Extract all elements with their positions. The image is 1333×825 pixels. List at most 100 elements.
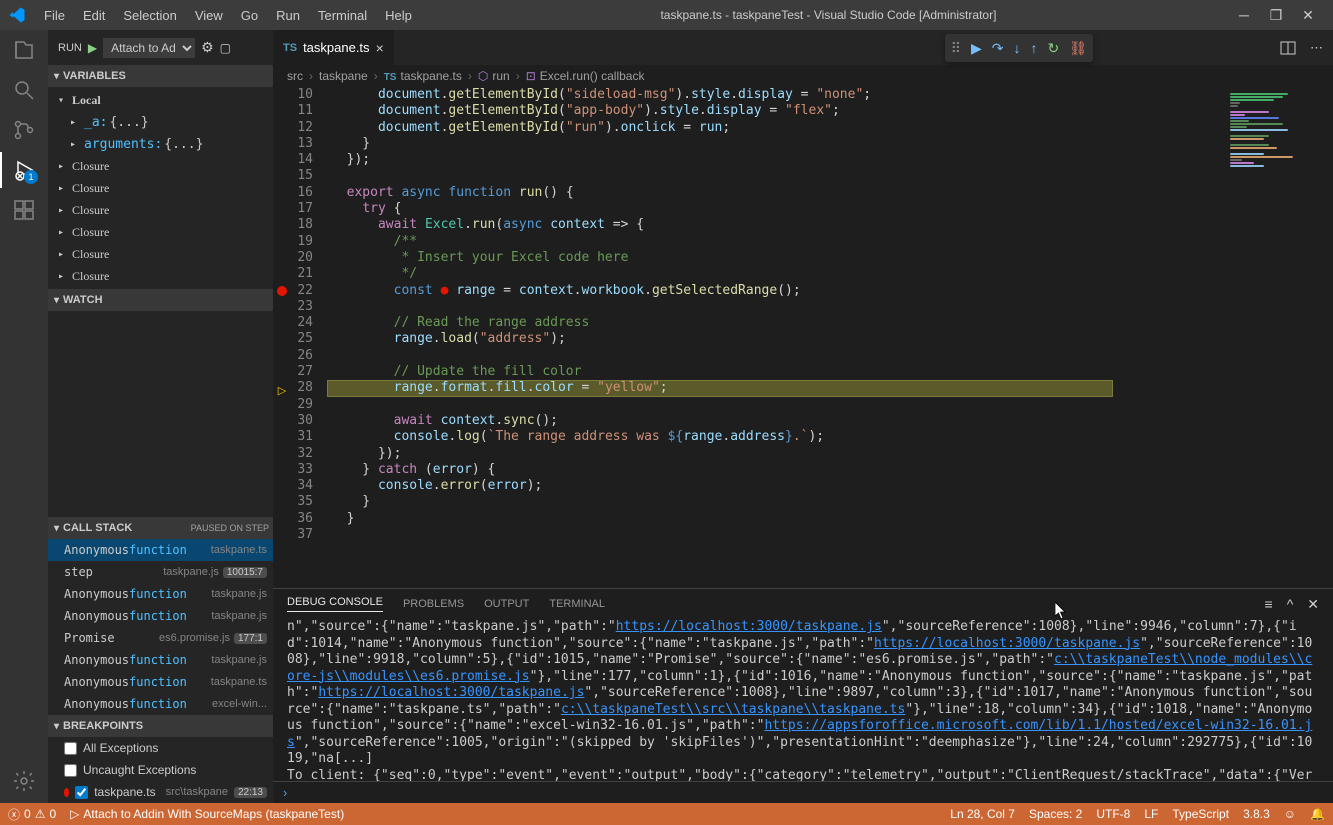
scope-closure[interactable]: ▸Closure xyxy=(48,221,273,243)
restart-icon[interactable]: ↻ xyxy=(1047,40,1059,57)
breadcrumb-item[interactable]: taskpane xyxy=(319,69,368,83)
line-number[interactable]: 12 xyxy=(291,120,313,136)
split-editor-icon[interactable] xyxy=(1280,40,1296,56)
line-number[interactable]: 21 xyxy=(291,266,313,282)
line-number[interactable]: 25 xyxy=(291,331,313,347)
eol-status[interactable]: LF xyxy=(1144,807,1158,821)
variables-header[interactable]: ▾VARIABLES xyxy=(48,65,273,87)
start-debug-icon[interactable]: ▶ xyxy=(88,41,97,55)
line-number[interactable]: 29 xyxy=(291,397,313,413)
line-number[interactable]: 11 xyxy=(291,103,313,119)
bp-file[interactable]: taskpane.tssrc\taskpane22:13 xyxy=(48,781,273,803)
code-line[interactable]: }); xyxy=(327,446,1223,462)
code-line[interactable]: await context.sync(); xyxy=(327,413,1223,429)
callstack-frame[interactable]: Anonymous functiontaskpane.js xyxy=(48,583,273,605)
debug-session-status[interactable]: ▷ Attach to Addin With SourceMaps (taskp… xyxy=(70,807,344,821)
breadcrumb-item[interactable]: TStaskpane.ts xyxy=(384,69,462,83)
line-number[interactable]: 18 xyxy=(291,217,313,233)
code-line[interactable]: } xyxy=(327,136,1223,152)
settings-gear-icon[interactable] xyxy=(12,769,36,793)
panel-tab-output[interactable]: OUTPUT xyxy=(484,598,529,610)
breakpoints-header[interactable]: ▾BREAKPOINTS xyxy=(48,715,273,737)
scope-closure[interactable]: ▸Closure xyxy=(48,243,273,265)
line-number[interactable]: 30 xyxy=(291,413,313,429)
line-col-status[interactable]: Ln 28, Col 7 xyxy=(950,807,1015,821)
code-line[interactable]: } xyxy=(327,511,1223,527)
menu-edit[interactable]: Edit xyxy=(75,4,113,27)
line-number[interactable]: 27 xyxy=(291,364,313,380)
debug-console-output[interactable]: n","source":{"name":"taskpane.js","path"… xyxy=(273,619,1333,781)
search-icon[interactable] xyxy=(12,78,36,102)
close-tab-icon[interactable]: × xyxy=(376,40,384,56)
bp-uncaught[interactable]: Uncaught Exceptions xyxy=(48,759,273,781)
source-control-icon[interactable] xyxy=(12,118,36,142)
breadcrumb-item[interactable]: ⊡Excel.run() callback xyxy=(526,69,645,83)
line-number[interactable]: 15 xyxy=(291,168,313,184)
menu-view[interactable]: View xyxy=(187,4,231,27)
line-number[interactable]: 28 xyxy=(291,380,313,396)
menu-file[interactable]: File xyxy=(36,4,73,27)
scope-closure[interactable]: ▸Closure xyxy=(48,177,273,199)
console-link[interactable]: https://appsforoffice.microsoft.com/lib/… xyxy=(287,718,1312,750)
code-line[interactable]: // Read the range address xyxy=(327,315,1223,331)
menu-terminal[interactable]: Terminal xyxy=(310,4,375,27)
line-number[interactable]: 26 xyxy=(291,348,313,364)
code-line[interactable]: const ● range = context.workbook.getSele… xyxy=(327,283,1223,299)
console-link[interactable]: https://localhost:3000/taskpane.js xyxy=(874,636,1140,651)
callstack-frame[interactable]: Promisees6.promise.js177:1 xyxy=(48,627,273,649)
callstack-header[interactable]: ▾CALL STACKPAUSED ON STEP xyxy=(48,517,273,539)
line-number[interactable]: 16 xyxy=(291,185,313,201)
line-number[interactable]: 37 xyxy=(291,527,313,543)
breakpoint-glyph-icon[interactable] xyxy=(277,286,287,296)
console-link[interactable]: c:\\taskpaneTest\\src\\taskpane\\taskpan… xyxy=(561,702,905,717)
line-number[interactable]: 22 xyxy=(291,283,313,299)
menu-help[interactable]: Help xyxy=(377,4,420,27)
minimap[interactable] xyxy=(1223,87,1333,588)
toolbar-grip-icon[interactable]: ⠿ xyxy=(951,40,961,57)
code-line[interactable]: document.getElementById("sideload-msg").… xyxy=(327,87,1223,103)
more-actions-icon[interactable]: ⋯ xyxy=(1310,40,1323,56)
console-link[interactable]: https://localhost:3000/taskpane.js xyxy=(318,685,584,700)
code-line[interactable]: document.getElementById("app-body").styl… xyxy=(327,103,1223,119)
extensions-icon[interactable] xyxy=(12,198,36,222)
line-number[interactable]: 33 xyxy=(291,462,313,478)
code-line[interactable] xyxy=(327,397,1223,413)
debug-toolbar[interactable]: ⠿ ▶ ↷ ↓ ↑ ↻ ⛓ xyxy=(945,34,1093,62)
run-debug-icon[interactable]: 1 xyxy=(12,158,36,182)
breadcrumb-item[interactable]: src xyxy=(287,69,303,83)
code-line[interactable]: } catch (error) { xyxy=(327,462,1223,478)
callstack-frame[interactable]: Anonymous functiontaskpane.ts xyxy=(48,539,273,561)
code-editor[interactable]: ▷ 10111213141516171819202122232425262728… xyxy=(273,87,1333,588)
line-number[interactable]: 19 xyxy=(291,234,313,250)
step-over-icon[interactable]: ↷ xyxy=(992,40,1004,57)
line-number[interactable]: 32 xyxy=(291,446,313,462)
callstack-frame[interactable]: Anonymous functionexcel-win... xyxy=(48,693,273,715)
callstack-frame[interactable]: Anonymous functiontaskpane.js xyxy=(48,605,273,627)
close-window-icon[interactable]: ✕ xyxy=(1301,7,1315,24)
debug-console-icon[interactable]: ▢ xyxy=(220,41,231,55)
debug-settings-gear-icon[interactable]: ⚙ xyxy=(201,39,214,56)
callstack-frame[interactable]: Anonymous functiontaskpane.js xyxy=(48,649,273,671)
callstack-frame[interactable]: Anonymous functiontaskpane.ts xyxy=(48,671,273,693)
menu-run[interactable]: Run xyxy=(268,4,308,27)
editor-tab[interactable]: TS taskpane.ts × xyxy=(273,30,395,65)
code-line[interactable]: } xyxy=(327,494,1223,510)
disconnect-icon[interactable]: ⛓ xyxy=(1069,40,1087,57)
code-line[interactable] xyxy=(327,348,1223,364)
line-number[interactable]: 10 xyxy=(291,87,313,103)
code-line[interactable] xyxy=(327,527,1223,543)
scope-closure[interactable]: ▸Closure xyxy=(48,265,273,287)
maximize-icon[interactable]: ❐ xyxy=(1269,7,1283,24)
code-line[interactable]: console.error(error); xyxy=(327,478,1223,494)
console-link[interactable]: https://localhost:3000/taskpane.js xyxy=(616,619,882,634)
variable-row[interactable]: ▸_a: {...} xyxy=(48,111,273,133)
line-number[interactable]: 24 xyxy=(291,315,313,331)
panel-tab-terminal[interactable]: TERMINAL xyxy=(549,598,605,610)
line-number[interactable]: 35 xyxy=(291,494,313,510)
scope-closure[interactable]: ▸Closure xyxy=(48,199,273,221)
bp-uncaught-checkbox[interactable] xyxy=(64,764,77,777)
breadcrumb-item[interactable]: ⬡run xyxy=(478,69,510,83)
code-line[interactable] xyxy=(327,168,1223,184)
scope-local[interactable]: ▾Local xyxy=(48,89,273,111)
line-number[interactable]: 13 xyxy=(291,136,313,152)
